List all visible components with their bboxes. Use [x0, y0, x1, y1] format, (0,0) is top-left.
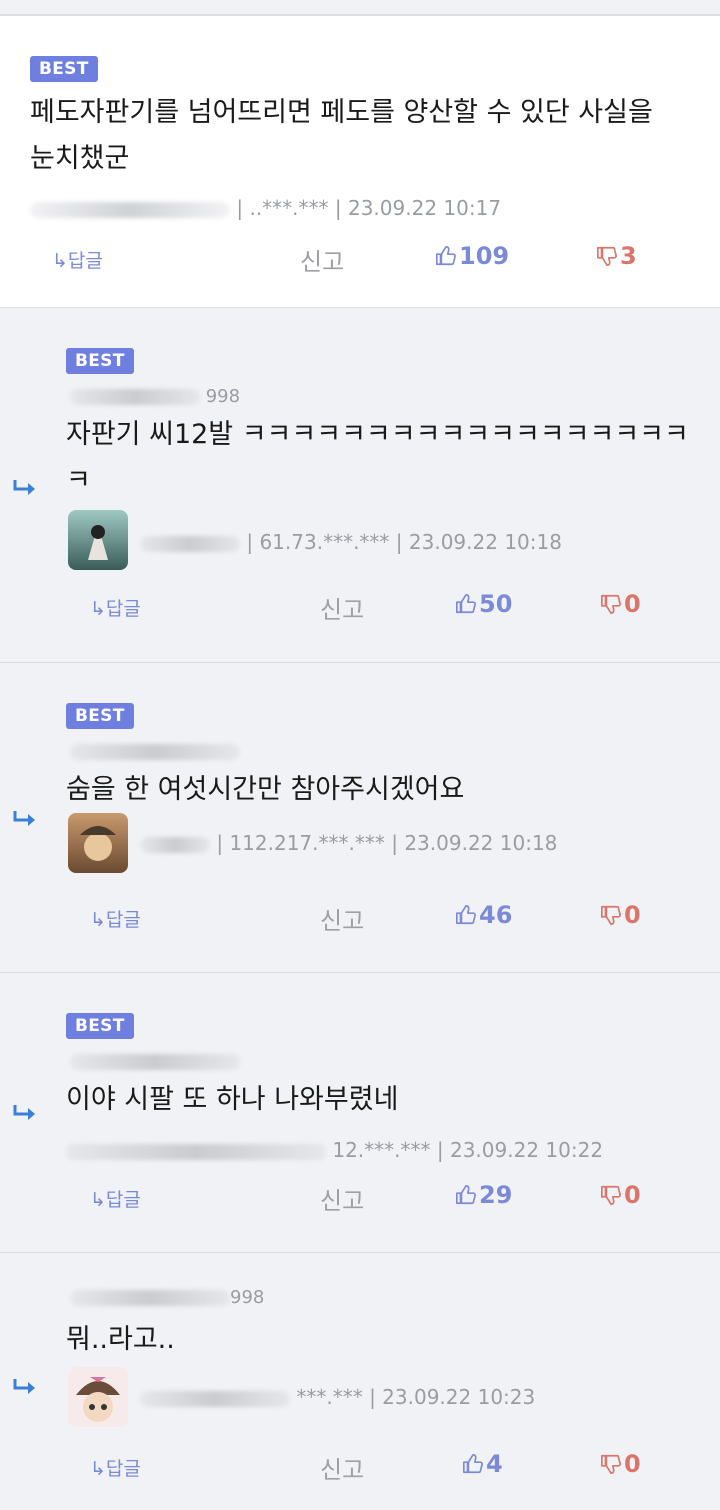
comment-text: 자판기 씨12발 ㅋㅋㅋㅋㅋㅋㅋㅋㅋㅋㅋㅋㅋㅋㅋㅋㅋㅋ ㅋ	[66, 419, 689, 496]
reply-arrow-icon	[13, 1105, 35, 1120]
avatar[interactable]	[68, 1367, 128, 1427]
comment-date: | 23.09.22 10:17	[334, 196, 502, 220]
downvote-button[interactable]: 0	[600, 590, 641, 618]
comment-text: 페도자판기를 넘어뜨리면 페도를 양산할 수 있단 사실을 눈치챘군	[30, 97, 653, 174]
report-button[interactable]: 신고	[300, 242, 344, 277]
comment-date: | 23.09.22 10:18	[395, 530, 562, 554]
best-badge: BEST	[66, 1013, 134, 1039]
parent-author	[70, 1051, 240, 1072]
comment-item: BEST 숨을 한 여섯시간만 참아주시겠어요 | 112.217.***.**…	[0, 663, 720, 973]
comment-item: BEST 998 자판기 씨12발 ㅋㅋㅋㅋㅋㅋㅋㅋㅋㅋㅋㅋㅋㅋㅋㅋㅋㅋ ㅋ |…	[0, 308, 720, 663]
author-ip: 12.***.***	[332, 1138, 431, 1162]
comment-item: 998 뭐..라고.. ***.*** | 23.09.22 10:23 ↳답글…	[0, 1253, 720, 1509]
comment-text: 이야 시팔 또 하나 나와부렸네	[66, 1084, 399, 1115]
downvote-button[interactable]: 0	[600, 1450, 641, 1478]
comment-actions: ↳답글 신고 50 0	[0, 590, 720, 630]
comment-meta: ***.*** | 23.09.22 10:23	[140, 1385, 535, 1409]
report-button[interactable]: 신고	[320, 590, 364, 625]
thumbs-up-icon	[456, 905, 476, 925]
downvote-count: 0	[624, 1181, 641, 1209]
author-ip: | 112.217.***.***	[216, 831, 385, 855]
downvote-count: 0	[624, 590, 641, 618]
comment-meta: | 61.73.***.*** | 23.09.22 10:18	[140, 530, 562, 554]
best-badge: BEST	[66, 348, 134, 374]
thumbs-up-icon	[456, 594, 476, 614]
comment-actions: ↳답글 신고 29 0	[0, 1181, 720, 1221]
reply-button[interactable]: ↳답글	[52, 246, 103, 273]
top-divider	[0, 0, 720, 16]
comment-date: | 23.09.22 10:22	[436, 1138, 604, 1162]
reply-arrow-icon	[13, 1379, 35, 1394]
thumbs-up-icon	[463, 1454, 483, 1474]
parent-author	[70, 741, 240, 762]
downvote-button[interactable]: 0	[600, 1181, 641, 1209]
upvote-button[interactable]: 109	[435, 242, 509, 270]
upvote-button[interactable]: 4	[462, 1450, 503, 1478]
upvote-count: 29	[479, 1181, 513, 1209]
thumbs-down-icon	[601, 905, 621, 925]
reply-button[interactable]: ↳답글	[90, 594, 141, 621]
comment-date: | 23.09.22 10:18	[391, 831, 558, 855]
thumbs-up-icon	[436, 246, 456, 266]
author-ip: ***.***	[296, 1385, 363, 1409]
parent-author: 998	[70, 386, 240, 407]
best-badge: BEST	[66, 703, 134, 729]
author-ip: | ..***.***	[236, 196, 329, 220]
downvote-button[interactable]: 0	[600, 901, 641, 929]
comment-actions: ↳답글 신고 4 0	[0, 1450, 720, 1490]
avatar[interactable]	[68, 813, 128, 873]
comment-date: | 23.09.22 10:23	[369, 1385, 536, 1409]
reply-button[interactable]: ↳답글	[90, 905, 141, 932]
upvote-button[interactable]: 46	[455, 901, 512, 929]
thumbs-down-icon	[601, 594, 621, 614]
best-badge: BEST	[30, 56, 98, 82]
upvote-count: 109	[459, 242, 510, 270]
upvote-button[interactable]: 29	[455, 1181, 512, 1209]
thumbs-down-icon	[601, 1185, 621, 1205]
redacted-author	[30, 201, 230, 218]
comment-text: 숨을 한 여섯시간만 참아주시겠어요	[66, 774, 465, 805]
reply-button[interactable]: ↳답글	[90, 1454, 141, 1481]
comment-actions: ↳답글 신고 46 0	[0, 901, 720, 941]
avatar[interactable]	[68, 510, 128, 570]
upvote-count: 46	[479, 901, 513, 929]
upvote-count: 4	[486, 1450, 503, 1478]
reply-arrow-icon	[13, 811, 35, 826]
redacted-author	[140, 1390, 290, 1407]
comment-meta: 12.***.*** | 23.09.22 10:22	[66, 1138, 603, 1162]
comment-meta: | 112.217.***.*** | 23.09.22 10:18	[140, 831, 557, 855]
thumbs-down-icon	[601, 1454, 621, 1474]
downvote-button[interactable]: 3	[596, 242, 637, 270]
downvote-count: 3	[620, 242, 637, 270]
parent-author: 998	[70, 1287, 264, 1308]
comment-meta: | ..***.*** | 23.09.22 10:17	[30, 196, 501, 220]
reply-button[interactable]: ↳답글	[90, 1185, 141, 1212]
redacted-author	[140, 535, 240, 552]
report-button[interactable]: 신고	[320, 901, 364, 936]
upvote-count: 50	[479, 590, 513, 618]
report-button[interactable]: 신고	[320, 1181, 364, 1216]
reply-arrow-icon	[13, 480, 35, 495]
author-ip: | 61.73.***.***	[246, 530, 390, 554]
report-button[interactable]: 신고	[320, 1450, 364, 1485]
comment-actions: ↳답글 신고 109 3	[0, 242, 720, 282]
comment-item: BEST 이야 시팔 또 하나 나와부렸네 12.***.*** | 23.09…	[0, 973, 720, 1253]
comment-item: BEST 페도자판기를 넘어뜨리면 페도를 양산할 수 있단 사실을 눈치챘군 …	[0, 16, 720, 308]
redacted-author	[66, 1143, 326, 1160]
redacted-author	[140, 836, 210, 853]
upvote-button[interactable]: 50	[455, 590, 512, 618]
comment-text: 뭐..라고..	[66, 1324, 175, 1355]
downvote-count: 0	[624, 901, 641, 929]
downvote-count: 0	[624, 1450, 641, 1478]
thumbs-up-icon	[456, 1185, 476, 1205]
thumbs-down-icon	[597, 246, 617, 266]
